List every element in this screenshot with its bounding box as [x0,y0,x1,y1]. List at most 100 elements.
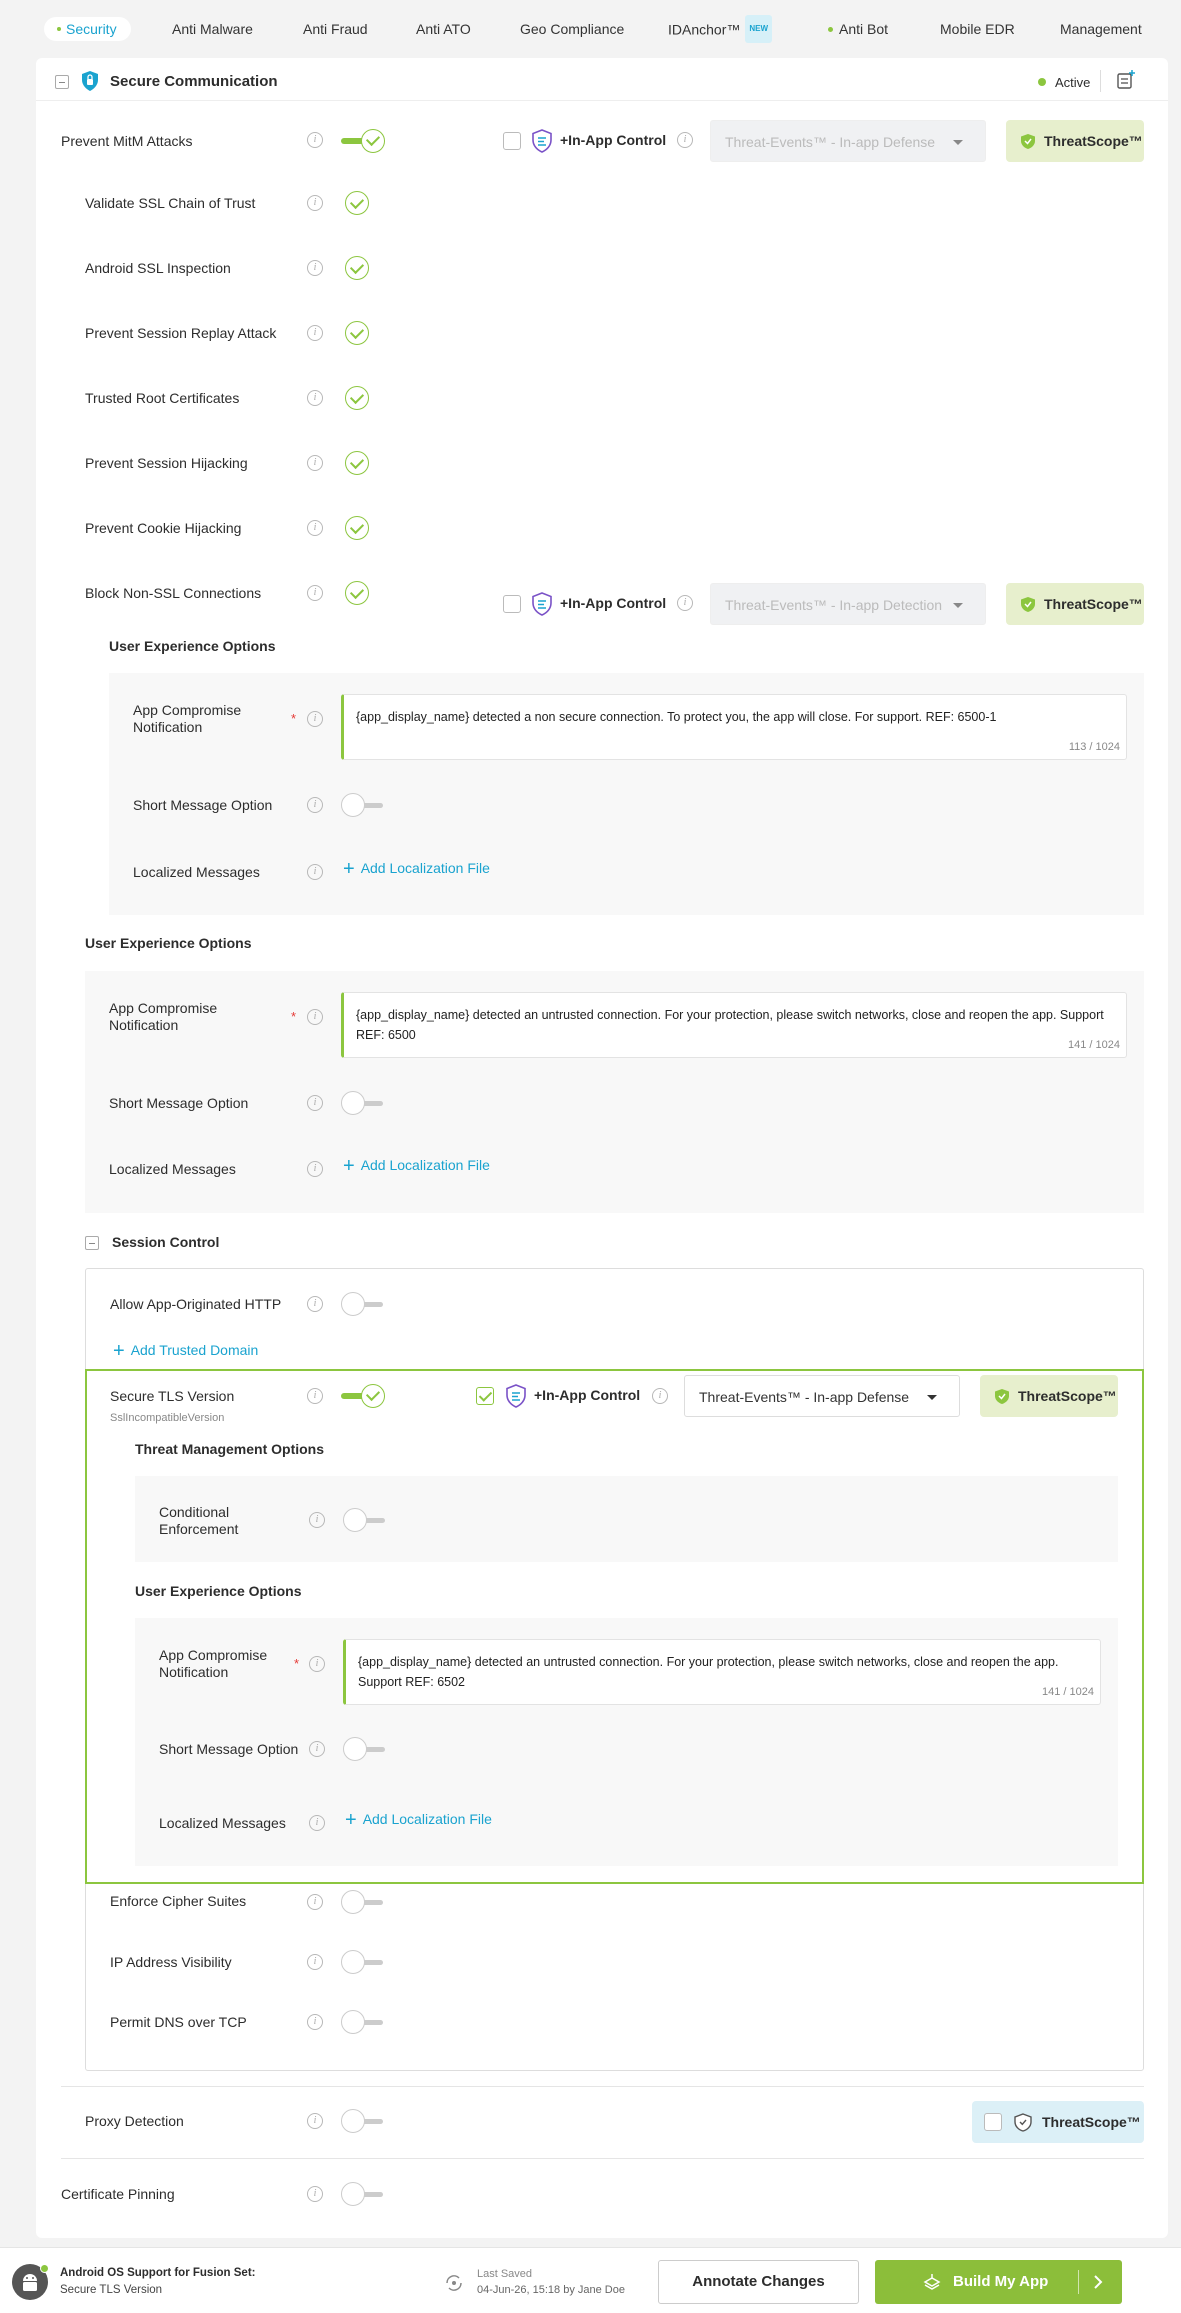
info-icon[interactable]: i [307,260,323,276]
app-compromise-textarea[interactable]: {app_display_name} detected a non secure… [341,694,1127,760]
info-icon[interactable]: i [307,711,323,727]
info-icon[interactable]: i [307,864,323,880]
info-icon[interactable]: i [307,1388,323,1404]
allow-http-label: Allow App-Originated HTTP [110,1296,282,1312]
in-app-control-shield-icon [532,129,552,153]
threat-events-select[interactable]: Threat-Events™ - In-app Defense [710,120,986,162]
short-message-toggle[interactable] [343,1737,389,1761]
cookie-hijack-check[interactable] [345,516,369,540]
threatscope-button[interactable]: ThreatScope™ [1006,120,1144,162]
app-compromise-textarea[interactable]: {app_display_name} detected an untrusted… [341,992,1127,1058]
divider [1100,70,1101,92]
tab-anti-ato[interactable]: Anti ATO [416,17,471,41]
session-hijack-check[interactable] [345,451,369,475]
plus-icon: + [113,1340,125,1362]
required-marker: * [294,1656,300,1671]
collapse-section-icon[interactable] [55,75,69,89]
section-title: Secure Communication [110,73,278,90]
info-icon[interactable]: i [307,195,323,211]
prevent-mitm-toggle[interactable] [341,129,387,153]
divider [61,2086,1144,2087]
tab-mobile-edr[interactable]: Mobile EDR [940,17,1015,41]
in-app-control-checkbox[interactable] [503,595,521,613]
plus-icon: + [343,858,355,880]
info-icon[interactable]: i [307,132,323,148]
build-icon [923,2274,941,2290]
non-ssl-check[interactable] [345,581,369,605]
info-icon[interactable]: i [307,585,323,601]
info-icon[interactable]: i [307,455,323,471]
android-ssl-check[interactable] [345,256,369,280]
tab-management[interactable]: Management [1060,17,1142,41]
info-icon[interactable]: i [307,1894,323,1910]
info-icon[interactable]: i [677,595,693,611]
save-status-icon [446,2275,462,2291]
short-message-toggle[interactable] [341,1091,387,1115]
info-icon[interactable]: i [307,1009,323,1025]
info-icon[interactable]: i [307,1095,323,1111]
threatscope-button[interactable]: ThreatScope™ [980,1375,1118,1417]
last-saved-label: Last Saved [477,2268,533,2280]
session-replay-check[interactable] [345,321,369,345]
tab-anti-malware[interactable]: Anti Malware [172,17,253,41]
add-localization-link[interactable]: + Add Localization File [343,858,490,881]
threat-events-select[interactable]: Threat-Events™ - In-app Defense [684,1375,960,1417]
certificate-pinning-toggle[interactable] [341,2182,387,2206]
threatscope-button[interactable]: ThreatScope™ [972,2101,1144,2143]
proxy-detection-toggle[interactable] [341,2109,387,2133]
info-icon[interactable]: i [307,2186,323,2202]
ux-options-header: User Experience Options [85,935,252,951]
secure-tls-toggle[interactable] [341,1384,387,1408]
threatscope-button[interactable]: ThreatScope™ [1006,583,1144,625]
info-icon[interactable]: i [677,132,693,148]
info-icon[interactable]: i [307,1296,323,1312]
info-icon[interactable]: i [309,1741,325,1757]
tab-security[interactable]: Security [44,17,131,41]
add-trusted-domain-link[interactable]: + Add Trusted Domain [113,1340,258,1363]
ip-visibility-toggle[interactable] [341,1950,387,1974]
add-localization-link[interactable]: + Add Localization File [343,1155,490,1178]
info-icon[interactable]: i [307,2113,323,2129]
info-icon[interactable]: i [309,1815,325,1831]
info-icon[interactable]: i [307,1161,323,1177]
info-icon[interactable]: i [307,2014,323,2030]
collapse-session-icon[interactable] [85,1236,99,1250]
localized-messages-label: Localized Messages [133,864,260,880]
tab-geo-compliance[interactable]: Geo Compliance [520,17,624,41]
dns-tcp-toggle[interactable] [341,2010,387,2034]
allow-http-toggle[interactable] [341,1292,387,1316]
add-note-icon[interactable] [1116,69,1136,91]
info-icon[interactable]: i [309,1512,325,1528]
info-icon[interactable]: i [307,797,323,813]
cipher-suites-toggle[interactable] [341,1890,387,1914]
info-icon[interactable]: i [307,520,323,536]
tab-anti-fraud[interactable]: Anti Fraud [303,17,368,41]
threat-mgmt-header: Threat Management Options [135,1441,325,1457]
tab-idanchor[interactable]: IDAnchor™ NEW [668,15,773,43]
threat-events-select[interactable]: Threat-Events™ - In-app Detection [710,583,986,625]
in-app-control-checkbox[interactable] [503,132,521,150]
info-icon[interactable]: i [652,1388,668,1404]
threatscope-shield-icon [1021,134,1035,149]
trusted-root-check[interactable] [345,386,369,410]
ssl-chain-check[interactable] [345,191,369,215]
threatscope-shield-icon [1014,2113,1032,2132]
info-icon[interactable]: i [307,1954,323,1970]
add-localization-link[interactable]: + Add Localization File [345,1809,492,1832]
threatscope-checkbox[interactable] [984,2113,1002,2131]
info-icon[interactable]: i [307,390,323,406]
prevent-mitm-label: Prevent MitM Attacks [61,133,193,149]
info-icon[interactable]: i [309,1656,325,1672]
in-app-control-label: +In-App Control [560,595,667,611]
short-message-toggle[interactable] [341,793,387,817]
in-app-control-checkbox[interactable] [476,1387,494,1405]
annotate-changes-button[interactable]: Annotate Changes [658,2260,859,2304]
conditional-enforcement-toggle[interactable] [343,1508,389,1532]
build-my-app-button[interactable]: Build My App [875,2260,1122,2304]
tab-anti-bot[interactable]: Anti Bot [828,17,888,41]
info-icon[interactable]: i [307,325,323,341]
last-saved-value: 04-Jun-26, 15:18 by Jane Doe [477,2284,625,2296]
app-compromise-textarea[interactable]: {app_display_name} detected an untrusted… [343,1639,1101,1705]
conditional-enforcement-label: Conditional Enforcement [159,1504,239,1537]
plus-icon: + [345,1809,357,1831]
